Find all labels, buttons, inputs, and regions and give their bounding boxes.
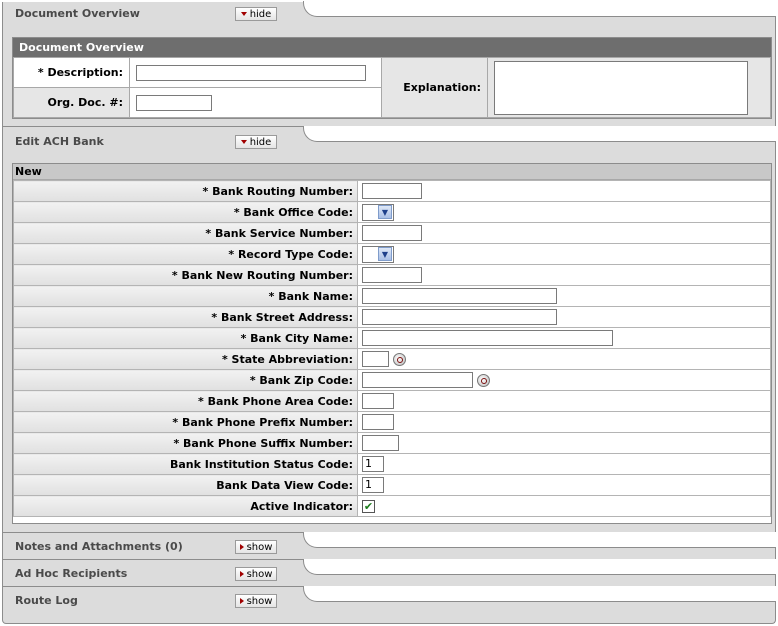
tab-ad-hoc-recipients: Ad Hoc Recipients show	[2, 559, 776, 586]
org-doc-input[interactable]	[136, 94, 212, 111]
ach-field-row: * Bank Office Code: ▼	[13, 201, 771, 223]
ach-field-input[interactable]: 1	[362, 456, 384, 472]
tab-route-log: Route Log show	[2, 586, 776, 620]
triangle-down-icon	[240, 140, 247, 144]
ach-field-input[interactable]	[362, 267, 422, 283]
ach-field-label: * Bank Office Code:	[13, 201, 358, 223]
active-indicator-checkbox[interactable]: ✔	[362, 499, 375, 513]
tab-document-overview: Document Overview hide	[2, 1, 776, 30]
triangle-down-icon	[240, 12, 247, 16]
tab-notch	[303, 532, 776, 548]
ach-field-row: * Bank Name:	[13, 285, 771, 307]
ach-field-label: Bank Data View Code:	[13, 474, 358, 496]
explanation-label: Explanation:	[381, 57, 488, 118]
ach-field-label: * Bank City Name:	[13, 327, 358, 349]
ach-field-select[interactable]: ▼	[362, 245, 394, 263]
tab-notch	[303, 126, 776, 142]
ach-field-label: * Bank New Routing Number:	[13, 264, 358, 286]
route-log-show-button[interactable]: show	[235, 594, 277, 608]
adhoc-show-button[interactable]: show	[235, 567, 277, 581]
tab-notch	[303, 1, 776, 17]
ach-field-input[interactable]	[362, 393, 394, 409]
ach-field-row: * Bank Zip Code:	[13, 369, 771, 391]
ach-field-input[interactable]	[362, 225, 422, 241]
ach-field-row: * Bank Routing Number:	[13, 180, 771, 202]
bottom-border	[2, 620, 776, 624]
ach-field-label: * Bank Phone Area Code:	[13, 390, 358, 412]
explanation-textarea[interactable]	[494, 60, 748, 115]
ach-field-label: Bank Institution Status Code:	[13, 453, 358, 475]
org-doc-label: Org. Doc. #:	[13, 87, 130, 118]
document-overview-hide-button[interactable]: hide	[235, 7, 277, 21]
ach-field-row: * Bank New Routing Number:	[13, 264, 771, 286]
ach-field-input[interactable]	[362, 330, 613, 346]
ach-field-input[interactable]	[362, 183, 422, 199]
ach-field-row: * Bank Phone Area Code:	[13, 390, 771, 412]
ach-field-label: * Bank Phone Suffix Number:	[13, 432, 358, 454]
ach-field-label: * Bank Street Address:	[13, 306, 358, 328]
tab-adhoc-title: Ad Hoc Recipients	[15, 567, 128, 580]
document-overview-box: Document Overview * Description: Explana…	[12, 37, 772, 119]
new-section-header: New	[13, 164, 771, 180]
document-overview-panel: Document Overview * Description: Explana…	[2, 30, 776, 126]
tab-edit-ach-bank: Edit ACH Bank hide	[2, 126, 776, 156]
tab-edit-ach-bank-title: Edit ACH Bank	[15, 135, 104, 148]
ach-field-row: Bank Institution Status Code: 1	[13, 453, 771, 475]
ach-field-input[interactable]	[362, 309, 557, 325]
tab-notch	[303, 586, 776, 602]
chevron-down-icon: ▼	[378, 247, 392, 261]
triangle-right-icon	[239, 544, 244, 550]
ach-field-label: * Bank Routing Number:	[13, 180, 358, 202]
edit-ach-bank-panel: New * Bank Routing Number: * Bank Office …	[2, 156, 776, 532]
ach-field-label: * Record Type Code:	[13, 243, 358, 265]
ach-field-input[interactable]	[362, 351, 389, 367]
tab-notch	[303, 559, 776, 575]
triangle-right-icon	[239, 571, 244, 577]
ach-field-label: * Bank Phone Prefix Number:	[13, 411, 358, 433]
ach-bank-box: New * Bank Routing Number: * Bank Office …	[12, 163, 772, 524]
ach-bank-fields-table: * Bank Routing Number: * Bank Office Code…	[13, 180, 771, 517]
ach-field-row: Active Indicator: ✔	[13, 495, 771, 517]
ach-field-row: * Bank Service Number:	[13, 222, 771, 244]
tab-notes-title: Notes and Attachments (0)	[15, 540, 183, 553]
magnifier-lookup-icon[interactable]	[477, 373, 490, 387]
tab-notes-and-attachments: Notes and Attachments (0) show	[2, 532, 776, 559]
ach-field-input[interactable]	[362, 372, 473, 388]
ach-field-label: Active Indicator:	[13, 495, 358, 517]
chevron-down-icon: ▼	[378, 205, 392, 219]
magnifier-lookup-icon[interactable]	[393, 352, 406, 366]
ach-field-row: * Bank Street Address:	[13, 306, 771, 328]
ach-field-input[interactable]	[362, 414, 394, 430]
ach-field-input[interactable]	[362, 435, 399, 451]
ach-field-row: * Bank Phone Suffix Number:	[13, 432, 771, 454]
notes-show-button[interactable]: show	[235, 540, 277, 554]
ach-field-label: * State Abbreviation:	[13, 348, 358, 370]
ach-field-row: * State Abbreviation:	[13, 348, 771, 370]
tab-route-log-title: Route Log	[15, 594, 78, 607]
ach-field-row: * Bank City Name:	[13, 327, 771, 349]
document-overview-table: * Description: Explanation: Org. Doc. #:	[13, 57, 771, 118]
ach-field-input[interactable]	[362, 288, 557, 304]
ach-field-label: * Bank Service Number:	[13, 222, 358, 244]
tab-document-overview-title: Document Overview	[15, 7, 140, 20]
ach-field-row: * Bank Phone Prefix Number:	[13, 411, 771, 433]
ach-field-select[interactable]: ▼	[362, 203, 394, 221]
ach-field-input[interactable]: 1	[362, 477, 384, 493]
ach-field-label: * Bank Zip Code:	[13, 369, 358, 391]
triangle-right-icon	[239, 598, 244, 604]
ach-field-row: Bank Data View Code: 1	[13, 474, 771, 496]
ach-field-row: * Record Type Code: ▼	[13, 243, 771, 265]
edit-ach-bank-hide-button[interactable]: hide	[235, 135, 277, 149]
document-overview-header: Document Overview	[13, 38, 771, 57]
description-label: * Description:	[13, 57, 130, 88]
ach-field-label: * Bank Name:	[13, 285, 358, 307]
description-input[interactable]	[136, 64, 366, 81]
